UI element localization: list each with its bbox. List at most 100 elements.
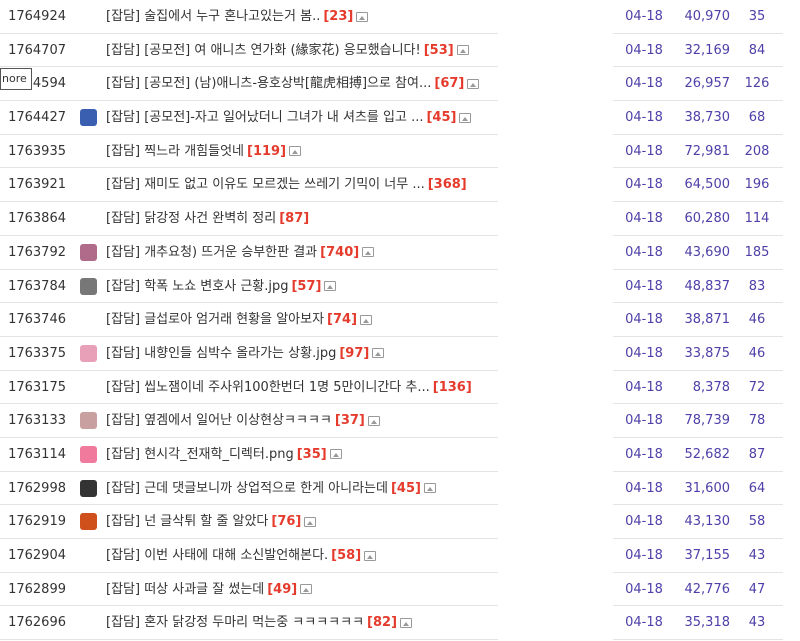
comment-count: [67] [434, 76, 465, 92]
table-row[interactable]: 1763921 [잡담] 재미도 없고 이유도 모르겠는 쓰레기 기믹이 너무 .… [0, 168, 800, 203]
post-id: 1764924 [8, 9, 66, 24]
table-row[interactable]: 1763133 [잡담] 옆겜에서 일어난 이상현상ㅋㅋㅋㅋ [37] 04-18 78… [0, 404, 800, 438]
post-title: [잡담] 넌 글삭튀 할 줄 알았다 [106, 514, 269, 530]
comment-count: [82] [367, 615, 398, 631]
post-title: [잡담] 재미도 없고 이유도 모르겠는 쓰레기 기믹이 너무 ... [106, 177, 425, 193]
post-title-link[interactable]: [잡담] 내향인들 심박수 올라가는 상황.jpg [97] [106, 337, 496, 371]
table-row[interactable]: 1763175 [잡담] 씹노잼이네 주사위100한번더 1명 5만이니간다 추.… [0, 371, 800, 405]
recommend-count: 43 [748, 615, 766, 631]
table-row[interactable]: 1762904 [잡담] 이번 사태에 대해 소신발언해본다. [58] 04-18 3… [0, 539, 800, 573]
post-title-link[interactable]: [잡담] 닭강정 사건 완벽히 정리 [87] [106, 202, 496, 236]
view-count: 31,600 [684, 480, 731, 496]
post-date: 04-18 [625, 312, 663, 328]
table-row[interactable]: 1763784 [잡담] 학폭 노쇼 변호사 근황.jpg [57] 04-18 48,… [0, 270, 800, 304]
post-id: 1762998 [8, 480, 66, 496]
post-title: [잡담] 떠상 사과글 잘 썼는데 [106, 581, 265, 597]
table-row[interactable]: 1763792 [잡담] 개추요청) 뜨거운 승부한판 결과 [740] 04-18 4… [0, 236, 800, 270]
post-title-link[interactable]: [잡담] 넌 글삭튀 할 줄 알았다 [76] [106, 505, 496, 539]
avatar [80, 344, 97, 362]
post-title-link[interactable]: [잡담] 술집에서 누구 혼나고있는거 봄.. [23] [106, 0, 496, 34]
table-row[interactable]: 1762998 [잡담] 근데 댓글보니까 상업적으로 한게 아니라는데 [45] 0… [0, 472, 800, 506]
post-title: [잡담] 개추요청) 뜨거운 승부한판 결과 [106, 244, 318, 260]
post-id: 1763175 [8, 379, 66, 395]
comment-count: [53] [423, 42, 454, 58]
recommend-count: 47 [748, 581, 766, 597]
post-date: 04-18 [625, 615, 663, 631]
avatar [80, 479, 97, 497]
table-row[interactable]: 1763864 [잡담] 닭강정 사건 완벽히 정리 [87] 04-18 60,280… [0, 202, 800, 236]
post-title-link[interactable]: [잡담] 개추요청) 뜨거운 승부한판 결과 [740] [106, 236, 496, 270]
post-title-link[interactable]: [잡담] 옆겜에서 일어난 이상현상ㅋㅋㅋㅋ [37] [106, 404, 496, 438]
table-row[interactable]: 1764594 [잡담] [공모전] (남)애니츠-용호상박[龍虎相搏]으로 참여… [0, 67, 800, 102]
post-title: [잡담] 술집에서 누구 혼나고있는거 봄.. [106, 9, 321, 24]
table-row[interactable]: 1763746 [잡담] 글섭로아 엄거래 현황을 알아보자 [74] 04-18 38… [0, 303, 800, 337]
post-id: 1763114 [8, 446, 66, 462]
post-date: 04-18 [625, 211, 663, 227]
recommend-count: 78 [748, 413, 766, 429]
post-id: 1764427 [8, 110, 66, 126]
image-icon [364, 550, 377, 561]
post-title-link[interactable]: [잡담] 씹노잼이네 주사위100한번더 1명 5만이니간다 추... [136] [106, 371, 496, 405]
post-title: [잡담] 닭강정 사건 완벽히 정리 [106, 211, 277, 227]
view-count: 60,280 [684, 211, 731, 227]
post-title-link[interactable]: [잡담] 글섭로아 엄거래 현황을 알아보자 [74] [106, 303, 496, 337]
post-title: [잡담] 근데 댓글보니까 상업적으로 한게 아니라는데 [106, 480, 388, 496]
post-date: 04-18 [625, 110, 663, 126]
image-icon [423, 483, 436, 494]
table-row[interactable]: 1764707 [잡담] [공모전] 여 애니츠 연가화 (緣家花) 응모했습니다… [0, 34, 800, 68]
post-title-link[interactable]: [잡담] 현시각_전재학_디렉터.png [35] [106, 438, 496, 472]
post-title-link[interactable]: [잡담] 학폭 노쇼 변호사 근황.jpg [57] [106, 270, 496, 304]
view-count: 38,871 [684, 312, 731, 328]
post-id: 1762696 [8, 615, 66, 631]
post-date: 04-18 [625, 42, 663, 58]
table-row[interactable]: 1762899 [잡담] 떠상 사과글 잘 썼는데 [49] 04-18 42,776 4… [0, 573, 800, 607]
image-icon [459, 112, 472, 123]
post-title-link[interactable]: [잡담] 혼자 닭강정 두마리 먹는중 ㅋㅋㅋㅋㅋㅋ [82] [106, 606, 496, 640]
table-row[interactable]: 1764924 [잡담] 술집에서 누구 혼나고있는거 봄.. [23] 04-18 4… [0, 0, 800, 34]
table-row[interactable]: 1762696 [잡담] 혼자 닭강정 두마리 먹는중 ㅋㅋㅋㅋㅋㅋ [82] 04-… [0, 606, 800, 641]
image-icon [300, 584, 313, 595]
comment-count: [97] [339, 345, 370, 361]
table-row[interactable]: 1764427 [잡담] [공모전]-자고 일어났더니 그녀가 내 셔츠를 입고 … [0, 101, 800, 135]
post-date: 04-18 [625, 413, 663, 429]
recommend-count: 185 [744, 244, 770, 260]
post-title-link[interactable]: [잡담] [공모전]-자고 일어났더니 그녀가 내 셔츠를 입고 ... [45] [106, 101, 496, 135]
post-title-link[interactable]: [잡담] [공모전] 여 애니츠 연가화 (緣家花) 응모했습니다! [53] [106, 34, 496, 68]
table-row[interactable]: 1763114 [잡담] 현시각_전재학_디렉터.png [35] 04-18 52,6… [0, 438, 800, 472]
post-title-link[interactable]: [잡담] [공모전] (남)애니츠-용호상박[龍虎相搏]으로 참여... [67] [106, 67, 496, 101]
post-title: [잡담] 내향인들 심박수 올라가는 상황.jpg [106, 345, 337, 361]
table-row[interactable]: 1763935 [잡담] 찍느라 개힘들엇네 [119] 04-18 72,981 208 [0, 135, 800, 169]
post-id: 1763935 [8, 143, 66, 159]
post-title-link[interactable]: [잡담] 찍느라 개힘들엇네 [119] [106, 135, 496, 169]
post-title: [잡담] 옆겜에서 일어난 이상현상ㅋㅋㅋㅋ [106, 413, 332, 429]
view-count: 37,155 [684, 548, 731, 563]
post-title-link[interactable]: [잡담] 이번 사태에 대해 소신발언해본다. [58] [106, 539, 496, 573]
view-count: 78,739 [684, 413, 731, 429]
view-count: 32,169 [684, 42, 731, 58]
image-icon [362, 247, 375, 258]
avatar [80, 412, 97, 430]
recommend-count: 196 [744, 177, 770, 193]
post-date: 04-18 [625, 446, 663, 462]
table-row[interactable]: 1763375 [잡담] 내향인들 심박수 올라가는 상황.jpg [97] 04-1… [0, 337, 800, 371]
post-date: 04-18 [625, 9, 663, 24]
post-title: [잡담] 이번 사태에 대해 소신발언해본다. [106, 548, 329, 563]
post-title-link[interactable]: [잡담] 떠상 사과글 잘 썼는데 [49] [106, 573, 496, 607]
post-id: 1763375 [8, 345, 66, 361]
post-id: 1763746 [8, 312, 66, 328]
post-title-link[interactable]: [잡담] 재미도 없고 이유도 모르겠는 쓰레기 기믹이 너무 ... [368] [106, 168, 496, 202]
recommend-count: 35 [748, 9, 766, 24]
recommend-count: 83 [748, 278, 766, 294]
post-title: [잡담] 글섭로아 엄거래 현황을 알아보자 [106, 312, 325, 328]
view-count: 52,682 [684, 446, 731, 462]
comment-count: [57] [291, 278, 322, 294]
table-row[interactable]: 1762919 [잡담] 넌 글삭튀 할 줄 알았다 [76] 04-18 43,130… [0, 505, 800, 539]
avatar [80, 243, 97, 261]
view-count: 48,837 [684, 278, 731, 294]
comment-count: [119] [247, 143, 287, 159]
recommend-count: 126 [744, 76, 770, 92]
post-date: 04-18 [625, 514, 663, 530]
recommend-count: 208 [744, 143, 770, 159]
post-title-link[interactable]: [잡담] 근데 댓글보니까 상업적으로 한게 아니라는데 [45] [106, 472, 496, 506]
view-count: 64,500 [684, 177, 731, 193]
